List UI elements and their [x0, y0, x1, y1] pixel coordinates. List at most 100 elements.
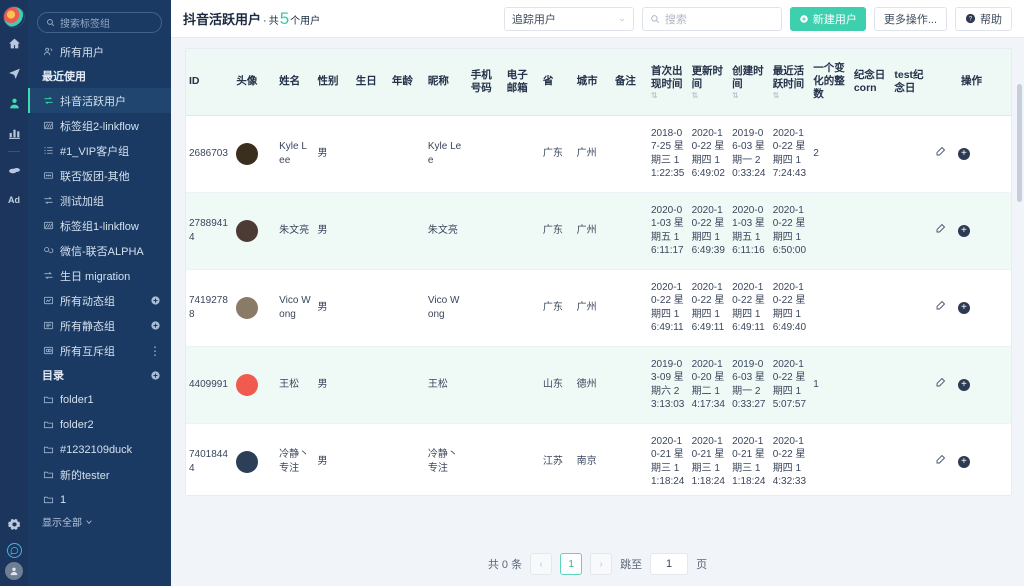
- column-header-updated[interactable]: 更新时间 ⇅: [688, 49, 730, 116]
- column-header-phone[interactable]: 手机号码: [467, 49, 504, 116]
- sidebar-item-lianfou-other[interactable]: 联否饭团-其他: [28, 163, 171, 188]
- chart-bar-icon[interactable]: [0, 118, 28, 148]
- edit-icon[interactable]: [935, 299, 947, 316]
- column-header-name[interactable]: 姓名: [276, 49, 315, 116]
- cell-city: 广州: [573, 269, 612, 347]
- sidebar-item-tag-group-2[interactable]: 标签组2-linkflow: [28, 113, 171, 138]
- sidebar-folder-folder2[interactable]: folder2: [28, 412, 171, 437]
- column-header-anniversary-corn[interactable]: 纪念日corn: [850, 49, 892, 116]
- sidebar-folder-label: folder1: [60, 393, 94, 406]
- table-row[interactable]: 4409991 王松男王松 山东 德州 2019-03-09 星期六 23:13:03 2…: [186, 346, 1011, 424]
- column-header-province[interactable]: 省: [539, 49, 574, 116]
- sidebar-item-douyin-active-users[interactable]: 抖音活跃用户: [28, 88, 171, 113]
- add-icon[interactable]: +: [957, 301, 970, 314]
- column-header-age[interactable]: 年龄: [388, 49, 425, 116]
- sort-icon[interactable]: ⇅: [692, 91, 727, 99]
- sort-icon[interactable]: ⇅: [651, 91, 686, 99]
- sort-icon[interactable]: ⇅: [732, 91, 767, 99]
- add-icon[interactable]: +: [957, 455, 970, 468]
- add-dynamic-group-button[interactable]: [150, 295, 161, 306]
- add-icon[interactable]: +: [957, 378, 970, 391]
- help-button[interactable]: ? 帮助: [955, 6, 1012, 31]
- gear-icon[interactable]: [0, 509, 28, 539]
- column-header-changing-int[interactable]: 一个变化的整数: [810, 49, 851, 116]
- column-header-test-anniversary[interactable]: test纪念日: [891, 49, 932, 116]
- edit-icon[interactable]: [935, 145, 947, 162]
- sidebar-folder-1232109duck[interactable]: #1232109duck: [28, 437, 171, 462]
- prev-page-button[interactable]: ‹: [530, 553, 553, 575]
- sidebar-folder-label: folder2: [60, 418, 94, 431]
- cell-nickname: Kyle Lee: [424, 115, 468, 193]
- sidebar-folder-1[interactable]: 1: [28, 487, 171, 512]
- exclusive-group-more-button[interactable]: ⋮: [149, 345, 161, 357]
- ad-text-icon[interactable]: Ad: [0, 185, 28, 215]
- edit-icon[interactable]: [935, 222, 947, 239]
- chat-icon[interactable]: [6, 543, 22, 558]
- table-row[interactable]: 27889414 朱文亮男朱文亮 广东 广州 2020-01-03 星期五 16:11:…: [186, 192, 1011, 270]
- jump-to-input[interactable]: 1: [650, 553, 689, 575]
- sidebar-item-all-users[interactable]: 所有用户: [28, 39, 171, 64]
- search-input[interactable]: 搜索标签组: [37, 12, 162, 33]
- sidebar-item-tag-group-1[interactable]: 标签组1-linkflow: [28, 213, 171, 238]
- more-actions-button[interactable]: 更多操作...: [873, 6, 947, 31]
- add-icon[interactable]: +: [957, 224, 970, 237]
- app-logo[interactable]: [3, 6, 25, 28]
- search-placeholder: 搜索标签组: [60, 19, 110, 30]
- cookie-icon[interactable]: [0, 155, 28, 185]
- add-static-group-button[interactable]: [150, 320, 161, 331]
- page-title-text: 抖音活跃用户: [183, 11, 262, 27]
- next-page-button[interactable]: ›: [590, 553, 613, 575]
- cell-first-seen: 2018-07-25 星期三 11:22:35: [648, 115, 689, 193]
- create-user-button[interactable]: 新建用户: [789, 6, 866, 31]
- cell-test-anniversary: [891, 115, 932, 193]
- sidebar-item-vip-group[interactable]: #1_VIP客户组: [28, 138, 171, 163]
- column-header-email[interactable]: 电子邮箱: [503, 49, 540, 116]
- sidebar-item-label: 标签组1-linkflow: [60, 220, 139, 233]
- cell-birthday: [352, 423, 389, 495]
- sidebar-item-all-exclusive-groups[interactable]: 所有互斥组 ⋮: [28, 338, 171, 363]
- column-header-id[interactable]: ID: [186, 49, 234, 116]
- sidebar-item-all-static-groups[interactable]: 所有静态组: [28, 313, 171, 338]
- add-icon[interactable]: +: [957, 147, 970, 160]
- column-header-avatar[interactable]: 头像: [233, 49, 277, 116]
- column-header-first-seen[interactable]: 首次出现时间 ⇅: [648, 49, 689, 116]
- cell-anniversary-corn: [850, 115, 892, 193]
- sort-icon[interactable]: ⇅: [773, 91, 808, 99]
- user-icon[interactable]: [0, 88, 28, 118]
- table-row[interactable]: 2686703 Kyle Lee 男 Kyle Lee 广东 广州 2018-07-25 星…: [186, 115, 1011, 193]
- list-icon: [42, 145, 54, 156]
- cell-birthday: [352, 115, 389, 193]
- edit-icon[interactable]: [935, 376, 947, 393]
- show-all-button[interactable]: 显示全部: [28, 512, 171, 529]
- sidebar-folder-new-tester[interactable]: 新的tester: [28, 462, 171, 487]
- sidebar-item-all-dynamic-groups[interactable]: 所有动态组: [28, 288, 171, 313]
- row-actions: +: [935, 145, 1008, 162]
- column-header-created[interactable]: 创建时间 ⇅: [729, 49, 770, 116]
- column-header-gender[interactable]: 性别: [314, 49, 353, 116]
- cell-changing-int: [810, 192, 851, 270]
- avatar-icon[interactable]: [5, 562, 23, 580]
- vertical-scrollbar[interactable]: [1017, 84, 1022, 202]
- sidebar-item-test-group[interactable]: 测试加组: [28, 188, 171, 213]
- sidebar-item-birthday-migration[interactable]: 生日 migration: [28, 263, 171, 288]
- table-row[interactable]: 74192788 Vico Wong 男 Vico Wong 广东 广州 2020-10-2…: [186, 269, 1011, 347]
- page-1-button[interactable]: 1: [560, 553, 583, 575]
- table-row[interactable]: 74018444 冷静丶专注男冷静丶专注 江苏 南京 2020-10-21 星期三 11…: [186, 423, 1011, 495]
- column-header-nickname[interactable]: 昵称: [424, 49, 468, 116]
- send-icon[interactable]: [0, 58, 28, 88]
- cell-last-active: 2020-10-22 星期四 17:24:43: [769, 115, 811, 193]
- row-actions: +: [935, 299, 1008, 316]
- column-header-last-active[interactable]: 最近活跃时间 ⇅: [769, 49, 811, 116]
- edit-icon[interactable]: [935, 453, 947, 470]
- tracked-users-select[interactable]: 追踪用户 ⌄: [503, 6, 634, 31]
- add-folder-button[interactable]: [150, 370, 161, 381]
- search-input[interactable]: 搜索: [641, 6, 782, 31]
- cell-created: 2020-10-21 星期三 11:18:24: [729, 423, 770, 495]
- column-header-city[interactable]: 城市: [573, 49, 612, 116]
- column-header-birthday[interactable]: 生日: [352, 49, 389, 116]
- cell-anniversary-corn: [850, 423, 892, 495]
- home-icon[interactable]: [0, 28, 28, 58]
- sidebar-folder-folder1[interactable]: folder1: [28, 387, 171, 412]
- sidebar-item-wechat-alpha[interactable]: 微信-联否ALPHA: [28, 238, 171, 263]
- column-header-note[interactable]: 备注: [611, 49, 648, 116]
